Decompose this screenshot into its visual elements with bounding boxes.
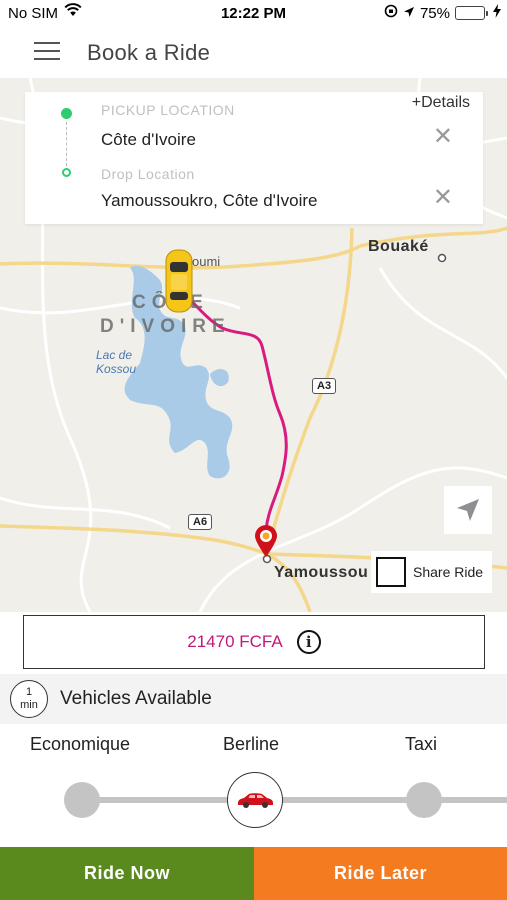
- clear-pickup-button[interactable]: ✕: [433, 125, 453, 149]
- fare-estimate: 21470 FCFA i: [23, 615, 485, 669]
- eta-value: 1: [25, 686, 33, 698]
- road-shield-a6: A6: [188, 514, 213, 530]
- fare-amount: 21470 FCFA: [187, 632, 283, 651]
- share-ride-checkbox[interactable]: [376, 557, 406, 587]
- vehicle-option-taxi[interactable]: Taxi: [405, 734, 437, 755]
- car-icon: [238, 793, 273, 808]
- location-card: PICKUP LOCATION Côte d'Ivoire Drop Locat…: [25, 92, 483, 224]
- app-header: Book a Ride: [0, 28, 507, 78]
- vehicle-knob-economique[interactable]: [64, 782, 100, 818]
- page-title: Book a Ride: [87, 40, 211, 65]
- map-label-bouafle: oumi: [192, 254, 221, 269]
- eta-unit: min: [20, 699, 38, 711]
- car-marker-icon: [164, 248, 194, 319]
- road-shield-a3: A3: [312, 378, 337, 394]
- details-link[interactable]: +Details: [412, 94, 470, 112]
- drop-label: Drop Location: [101, 166, 195, 182]
- ride-later-button[interactable]: Ride Later: [254, 847, 507, 900]
- vehicle-slider-track[interactable]: [82, 797, 507, 803]
- info-icon[interactable]: i: [296, 630, 321, 654]
- drop-dot-icon: [62, 168, 71, 177]
- vehicle-knob-taxi[interactable]: [406, 782, 442, 818]
- pickup-dot-icon: [61, 108, 72, 119]
- destination-pin-icon: [253, 524, 279, 563]
- map-label-lake: Lac de Kossou: [96, 348, 137, 376]
- pickup-label: PICKUP LOCATION: [101, 102, 235, 118]
- share-ride-label: Share Ride: [413, 564, 484, 580]
- navigation-arrow-icon: [457, 499, 479, 521]
- battery-icon: [455, 6, 488, 20]
- ride-now-button[interactable]: Ride Now: [0, 847, 254, 900]
- drop-location-field[interactable]: Yamoussoukro, Côte d'Ivoire: [101, 191, 317, 211]
- charging-icon: [493, 4, 501, 22]
- map-label-country-line2: D'IVOIRE: [100, 316, 231, 337]
- vehicles-available-label: Vehicles Available: [60, 688, 212, 709]
- status-right: 75%: [384, 4, 501, 22]
- eta-badge: 1 min: [10, 680, 48, 718]
- vehicle-option-economique[interactable]: Economique: [30, 734, 130, 755]
- location-arrow-icon: [403, 5, 415, 22]
- share-ride-toggle[interactable]: Share Ride: [371, 551, 492, 593]
- vehicle-option-berline[interactable]: Berline: [223, 734, 279, 755]
- menu-icon[interactable]: [34, 42, 60, 62]
- map-view[interactable]: Bouaké oumi CÔTE D'IVOIRE Lac de Kossou …: [0, 78, 507, 612]
- clear-drop-button[interactable]: ✕: [433, 186, 453, 210]
- status-bar: No SIM 12:22 PM 75%: [0, 0, 507, 28]
- my-location-button[interactable]: [444, 486, 492, 534]
- pickup-location-field[interactable]: Côte d'Ivoire: [101, 130, 196, 150]
- route-connector: [66, 122, 67, 166]
- orientation-lock-icon: [384, 4, 398, 22]
- map-label-yamoussoukro: Yamoussou: [274, 564, 369, 581]
- book-ride-screen: No SIM 12:22 PM 75% Book a Ride Bouaké o…: [0, 0, 507, 900]
- availability-bar: 1 min Vehicles Available: [0, 674, 507, 724]
- battery-percent: 75%: [419, 4, 450, 22]
- vehicle-knob-berline-selected[interactable]: [227, 772, 283, 828]
- map-label-bouake: Bouaké: [368, 238, 429, 255]
